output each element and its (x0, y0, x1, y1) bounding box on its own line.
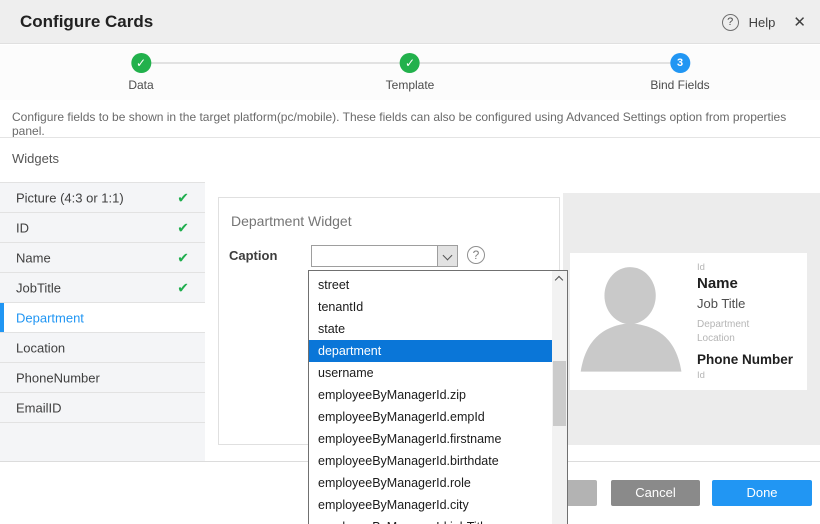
sidebar-item-label: PhoneNumber (16, 370, 100, 385)
check-icon: ✔ (177, 189, 189, 206)
dropdown-option[interactable]: department (309, 340, 552, 362)
dialog-header: Configure Cards ? Help ✕ (0, 0, 820, 44)
check-icon: ✔ (177, 279, 189, 296)
check-icon: ✔ (177, 249, 189, 266)
sidebar-item-label: Location (16, 340, 65, 355)
card-field-id: Id (697, 370, 705, 381)
dropdown-option[interactable]: employeeByManagerId.firstname (309, 428, 552, 450)
panel-title: Department Widget (231, 213, 352, 229)
card-field-location: Location (697, 333, 735, 344)
step-number-badge: 3 (670, 53, 690, 73)
step-template[interactable]: ✓ Template (386, 53, 435, 92)
card-field-id: Id (697, 262, 705, 273)
dropdown-option[interactable]: employeeByManagerId.empId (309, 406, 552, 428)
sidebar-item-department[interactable]: Department (0, 303, 205, 333)
chevron-down-icon[interactable] (437, 246, 457, 266)
dropdown-options: streettenantIdstatedepartmentusernameemp… (309, 271, 552, 524)
sidebar-item-label: EmailID (16, 400, 62, 415)
sidebar-item-id[interactable]: ID ✔ (0, 213, 205, 243)
sidebar-item-jobtitle[interactable]: JobTitle ✔ (0, 273, 205, 303)
step-done-check-icon: ✓ (400, 53, 420, 73)
sidebar-item-label: Department (16, 310, 84, 325)
dialog-title: Configure Cards (20, 0, 153, 44)
instruction-text: Configure fields to be shown in the targ… (12, 110, 812, 138)
dropdown-option[interactable]: employeeByManagerId.birthdate (309, 450, 552, 472)
card-field-department: Department (697, 319, 749, 330)
sidebar-item-label: Name (16, 250, 51, 265)
avatar-silhouette-icon (575, 261, 689, 373)
card-field-name: Name (697, 275, 738, 292)
sidebar-item-picture-4-3-or-1-1[interactable]: Picture (4:3 or 1:1) ✔ (0, 183, 205, 213)
dropdown-option[interactable]: tenantId (309, 296, 552, 318)
help-button[interactable]: Help (749, 15, 776, 30)
card-preview: Id Name Job Title Department Location Ph… (570, 253, 807, 390)
scrollbar-up-arrow-icon[interactable] (552, 271, 567, 287)
cancel-button[interactable]: Cancel (611, 480, 700, 506)
card-preview-panel: Id Name Job Title Department Location Ph… (563, 193, 820, 445)
dropdown-scrollbar[interactable] (552, 271, 567, 524)
step-label: Template (386, 78, 435, 92)
dropdown-option[interactable]: employeeByManagerId.jobTitle (309, 516, 552, 524)
header-actions: ? Help ✕ (722, 0, 806, 44)
sidebar-item-emailid[interactable]: EmailID (0, 393, 205, 423)
caption-combobox[interactable] (311, 245, 458, 267)
dropdown-option[interactable]: employeeByManagerId.city (309, 494, 552, 516)
configure-cards-dialog: Configure Cards ? Help ✕ ✓ Data ✓ Templa… (0, 0, 820, 524)
sidebar-item-location[interactable]: Location (0, 333, 205, 363)
card-field-phone: Phone Number (697, 352, 793, 367)
widgets-heading: Widgets (12, 151, 59, 166)
caption-dropdown-list: streettenantIdstatedepartmentusernameemp… (308, 270, 568, 524)
step-done-check-icon: ✓ (131, 53, 151, 73)
step-label: Bind Fields (650, 78, 709, 92)
step-data[interactable]: ✓ Data (128, 53, 153, 92)
help-icon[interactable]: ? (722, 14, 739, 31)
combobox-value (312, 246, 437, 266)
step-label: Data (128, 78, 153, 92)
check-icon: ✔ (177, 219, 189, 236)
scrollbar-thumb[interactable] (553, 361, 566, 426)
sidebar-item-label: JobTitle (16, 280, 61, 295)
dropdown-option[interactable]: username (309, 362, 552, 384)
sidebar-item-label: ID (16, 220, 29, 235)
sidebar-item-phonenumber[interactable]: PhoneNumber (0, 363, 205, 393)
sidebar-item-name[interactable]: Name ✔ (0, 243, 205, 273)
dropdown-option[interactable]: state (309, 318, 552, 340)
divider (0, 137, 820, 138)
step-bind-fields[interactable]: 3 Bind Fields (650, 53, 709, 92)
question-help-icon[interactable]: ? (467, 246, 485, 264)
selected-accent-bar (0, 303, 4, 332)
sidebar-item-label: Picture (4:3 or 1:1) (16, 190, 124, 205)
widget-list: Picture (4:3 or 1:1) ✔ ID ✔ Name ✔ JobTitle ✔ De… (0, 182, 205, 461)
stepper: ✓ Data ✓ Template 3 Bind Fields (0, 45, 820, 100)
dropdown-option[interactable]: street (309, 274, 552, 296)
close-icon[interactable]: ✕ (793, 13, 806, 31)
done-button[interactable]: Done (712, 480, 812, 506)
caption-label: Caption (229, 248, 277, 263)
dropdown-option[interactable]: employeeByManagerId.role (309, 472, 552, 494)
dropdown-option[interactable]: employeeByManagerId.zip (309, 384, 552, 406)
card-field-job-title: Job Title (697, 296, 745, 311)
